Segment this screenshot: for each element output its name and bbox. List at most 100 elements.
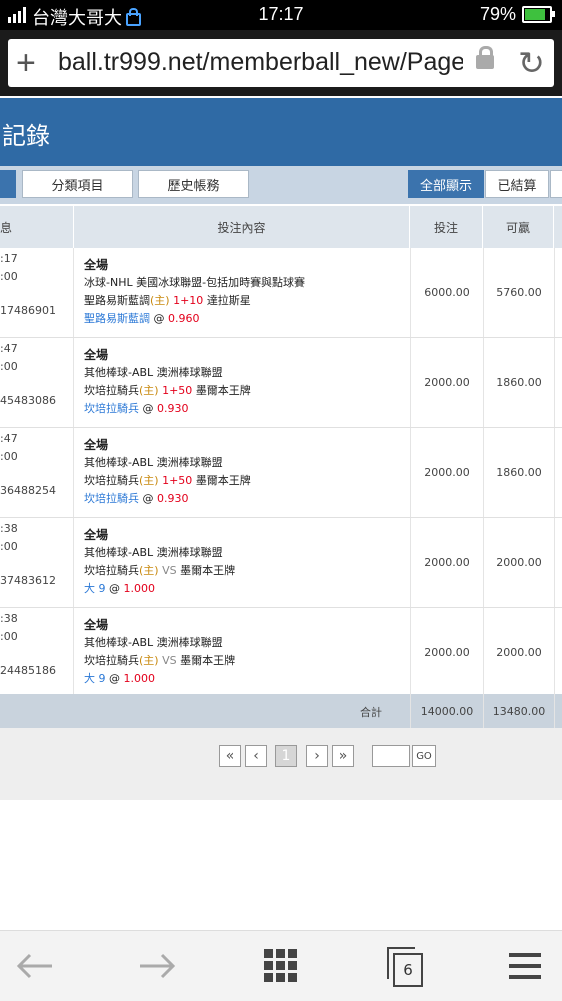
table-row: :38 :00 37483612 全場其他棒球-ABL 澳洲棒球聯盟坎培拉騎兵(主) … — [0, 518, 562, 608]
bet-time: :17 — [0, 252, 18, 265]
pick-label: 大 9 — [84, 582, 106, 595]
bet-matchup: 坎培拉騎兵(主) 1+50 墨爾本王牌 — [84, 472, 404, 490]
home-tag: (主) — [139, 384, 159, 397]
handicap: 1+10 — [173, 294, 204, 307]
away-team: 墨爾本王牌 — [180, 654, 236, 667]
url-text[interactable]: ball.tr999.net/memberball_new/Page — [58, 48, 463, 77]
tabs-icon[interactable]: 6 — [370, 931, 440, 1001]
pick-label: 聖路易斯藍調 — [84, 312, 150, 325]
bet-stake: 2000.00 — [410, 338, 483, 427]
bet-pick: 聖路易斯藍調 @ 0.960 — [84, 310, 404, 328]
bet-content: 全場其他棒球-ABL 澳洲棒球聯盟坎培拉騎兵(主) VS 墨爾本王牌大 9 @ … — [84, 526, 404, 598]
category-button[interactable]: 分類項目 — [22, 170, 133, 198]
page-number-input[interactable] — [372, 745, 410, 767]
bet-matchup: 坎培拉騎兵(主) VS 墨爾本王牌 — [84, 562, 404, 580]
bet-stake: 2000.00 — [410, 428, 483, 517]
show-all-button[interactable]: 全部顯示 — [408, 170, 484, 198]
bet-win: 2000.00 — [483, 518, 555, 607]
at-sign: @ — [142, 402, 154, 415]
away-team: 墨爾本王牌 — [195, 384, 251, 397]
menu-icon[interactable] — [490, 931, 560, 1001]
bet-pick: 大 9 @ 1.000 — [84, 580, 404, 598]
history-button[interactable]: 歷史帳務 — [138, 170, 249, 198]
toolbar-next-partial[interactable] — [550, 170, 562, 198]
home-tag: (主) — [139, 564, 159, 577]
bet-ticket-id: 37483612 — [0, 574, 56, 587]
col-content: 投注內容 — [74, 206, 410, 248]
bet-content: 全場 冰球-NHL 美國冰球聯盟-包括加時賽與點球賽 聖路易斯藍調(主) 1+10 … — [84, 256, 404, 328]
bet-win: 2000.00 — [483, 608, 555, 697]
home-tag: (主) — [139, 474, 159, 487]
bet-time-2: :00 — [0, 270, 18, 283]
total-stake: 14000.00 — [410, 694, 483, 728]
status-bar: 台灣大哥大 17:17 79% — [0, 0, 562, 30]
bet-league: 其他棒球-ABL 澳洲棒球聯盟 — [84, 546, 223, 559]
reload-icon[interactable]: ↻ — [518, 43, 545, 83]
bet-info: :38 :00 37483612 — [0, 518, 74, 607]
tab-count: 6 — [393, 953, 423, 987]
page-header: 記錄 — [0, 98, 562, 166]
bet-period: 全場 — [84, 348, 109, 362]
bet-time: :47 — [0, 432, 18, 445]
total-row: 合計 14000.00 13480.00 — [0, 694, 562, 728]
at-sign: @ — [153, 312, 165, 325]
grid-menu-icon[interactable] — [246, 931, 316, 1001]
bet-period: 全場 — [84, 528, 109, 542]
pagination: « ‹ 1 › » GO — [0, 728, 562, 800]
bet-time-2: :00 — [0, 540, 18, 553]
forward-arrow-icon[interactable] — [122, 931, 192, 1001]
odds: 0.960 — [168, 312, 200, 325]
page-title: 記錄 — [2, 122, 50, 150]
bet-league: 冰球-NHL 美國冰球聯盟-包括加時賽與點球賽 — [84, 276, 306, 289]
bet-ticket-id: 24485186 — [0, 664, 56, 677]
bet-pick: 坎培拉騎兵 @ 0.930 — [84, 490, 404, 508]
handicap: 1+50 — [162, 384, 193, 397]
last-page-button[interactable]: » — [332, 745, 354, 767]
go-button[interactable]: GO — [412, 745, 436, 767]
back-arrow-icon[interactable] — [0, 931, 70, 1001]
bet-time: :38 — [0, 522, 18, 535]
home-tag: (主) — [150, 294, 170, 307]
home-team: 坎培拉騎兵 — [84, 384, 139, 397]
table-header: 息 投注內容 投注 可贏 — [0, 206, 562, 248]
at-sign: @ — [109, 582, 120, 595]
settled-button[interactable]: 已結算 — [485, 170, 549, 198]
status-right: 79% — [480, 4, 555, 25]
bet-info: :47 :00 36488254 — [0, 428, 74, 517]
toolbar-tab-partial[interactable] — [0, 170, 16, 198]
home-team: 坎培拉騎兵 — [84, 474, 139, 487]
bet-content: 全場 其他棒球-ABL 澳洲棒球聯盟 坎培拉騎兵(主) VS 墨爾本王牌大 9 @ … — [84, 616, 404, 688]
next-page-button[interactable]: › — [306, 745, 328, 767]
handicap: VS — [162, 654, 177, 667]
prev-page-button[interactable]: ‹ — [245, 745, 267, 767]
current-page[interactable]: 1 — [275, 745, 297, 767]
bet-league: 其他棒球-ABL 澳洲棒球聯盟 — [84, 456, 223, 469]
bet-info: :47:00 45483086 — [0, 338, 74, 427]
handicap: VS — [162, 564, 177, 577]
table-row: :38:00 24485186 全場 其他棒球-ABL 澳洲棒球聯盟 坎培拉騎兵(主) … — [0, 608, 562, 698]
bet-pick: 坎培拉騎兵 @ 0.930 — [84, 400, 404, 418]
first-page-button[interactable]: « — [219, 745, 241, 767]
bet-win: 1860.00 — [483, 338, 555, 427]
bet-stake: 2000.00 — [410, 608, 483, 697]
address-bar[interactable]: + ball.tr999.net/memberball_new/Page ↻ — [8, 39, 554, 87]
new-tab-plus-icon[interactable]: + — [16, 43, 36, 83]
page-blank-area — [0, 800, 562, 930]
away-team: 達拉斯星 — [206, 294, 251, 307]
bet-content: 全場其他棒球-ABL 澳洲棒球聯盟 坎培拉騎兵(主) 1+50 墨爾本王牌坎培拉騎… — [84, 346, 404, 418]
bet-stake: 2000.00 — [410, 518, 483, 607]
bet-league: 其他棒球-ABL 澳洲棒球聯盟 — [84, 366, 223, 379]
bet-time-2: :00 — [0, 630, 18, 643]
battery-icon — [522, 6, 555, 23]
total-win: 13480.00 — [483, 694, 555, 728]
away-team: 墨爾本王牌 — [180, 564, 236, 577]
bet-period: 全場 — [84, 618, 109, 632]
col-info: 息 — [0, 206, 74, 248]
bet-time-2: :00 — [0, 450, 18, 463]
clock: 17:17 — [258, 4, 304, 24]
bet-pick: 大 9 @ 1.000 — [84, 670, 404, 688]
home-tag: (主) — [139, 654, 159, 667]
bet-ticket-id: 36488254 — [0, 484, 56, 497]
total-label: 合計 — [360, 706, 382, 719]
lock-icon — [476, 46, 494, 69]
